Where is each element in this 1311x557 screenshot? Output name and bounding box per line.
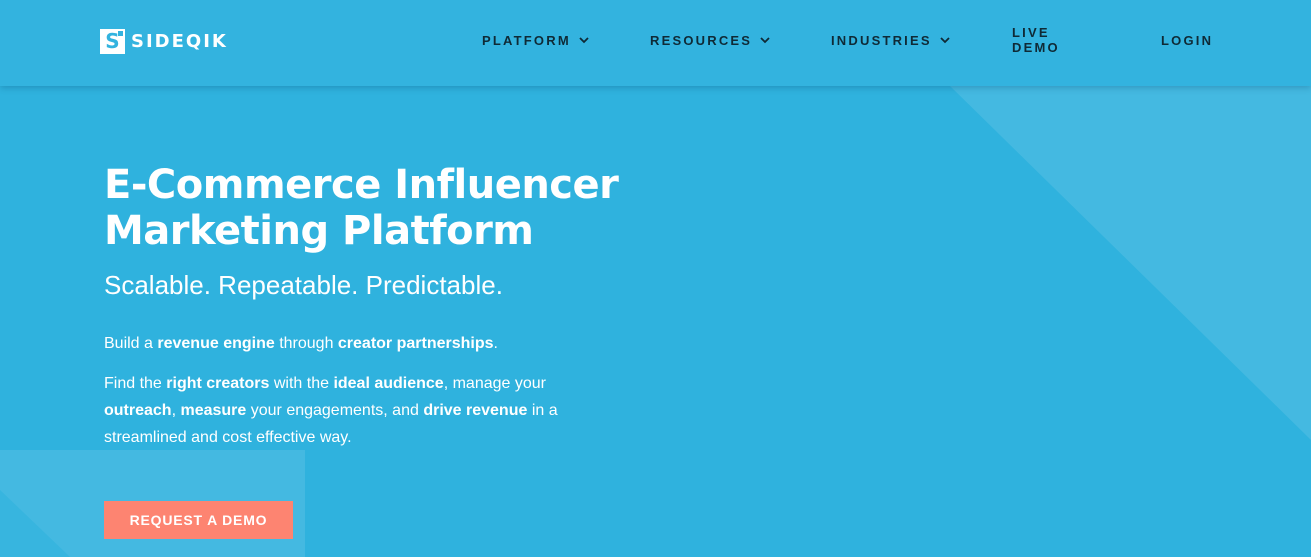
description-highlight: outreach <box>104 402 172 419</box>
site-header: S SIDEQIK PLATFORM RESOURCES INDUSTRIES … <box>0 0 1311 86</box>
intro-text: Build a <box>104 335 158 352</box>
nav-item-login[interactable]: LOGIN <box>1161 33 1213 48</box>
intro-highlight: creator partnerships <box>337 335 494 352</box>
nav-item-live-demo[interactable]: LIVE DEMO <box>1012 25 1060 55</box>
description-text: with the <box>269 375 334 392</box>
nav-label-live-demo: LIVE DEMO <box>1012 25 1060 55</box>
nav-label-login: LOGIN <box>1161 32 1214 48</box>
hero-tagline: Scalable. Repeatable. Predictable. <box>104 270 503 300</box>
chevron-down-icon <box>940 37 950 44</box>
nav-label-resources: RESOURCES <box>650 32 753 48</box>
description-highlight: measure <box>180 402 247 419</box>
description-text: , manage your <box>443 375 546 392</box>
brand-logo[interactable]: S SIDEQIK <box>100 28 228 54</box>
description-highlight: ideal audience <box>333 375 444 392</box>
brand-name: SIDEQIK <box>131 30 228 52</box>
logo-mark-icon: S <box>100 28 125 54</box>
description-text: your engagements, and <box>246 402 424 419</box>
hero-intro: Build a revenue engine through creator p… <box>104 330 644 357</box>
request-demo-button[interactable]: REQUEST A DEMO <box>104 501 293 539</box>
intro-text: through <box>274 335 338 352</box>
hero-title: E-Commerce Influencer Marketing Platform <box>104 162 644 254</box>
description-highlight: right creators <box>166 375 270 392</box>
hero-title-line2: Marketing Platform <box>104 208 534 254</box>
hero-description: Find the right creators with the ideal a… <box>104 370 604 451</box>
nav-item-platform[interactable]: PLATFORM <box>482 33 589 48</box>
chevron-down-icon <box>760 37 770 44</box>
intro-highlight: revenue engine <box>157 335 275 352</box>
nav-label-platform: PLATFORM <box>482 32 571 48</box>
description-highlight: drive revenue <box>423 402 528 419</box>
nav-label-industries: INDUSTRIES <box>831 32 932 48</box>
description-text: Find the <box>104 375 167 392</box>
hero-section: E-Commerce Influencer Marketing Platform… <box>104 162 644 451</box>
nav-item-resources[interactable]: RESOURCES <box>650 33 770 48</box>
chevron-down-icon <box>579 37 589 44</box>
nav-item-industries[interactable]: INDUSTRIES <box>831 33 950 48</box>
intro-text: . <box>493 335 498 352</box>
hero-title-line1: E-Commerce Influencer <box>104 162 619 208</box>
